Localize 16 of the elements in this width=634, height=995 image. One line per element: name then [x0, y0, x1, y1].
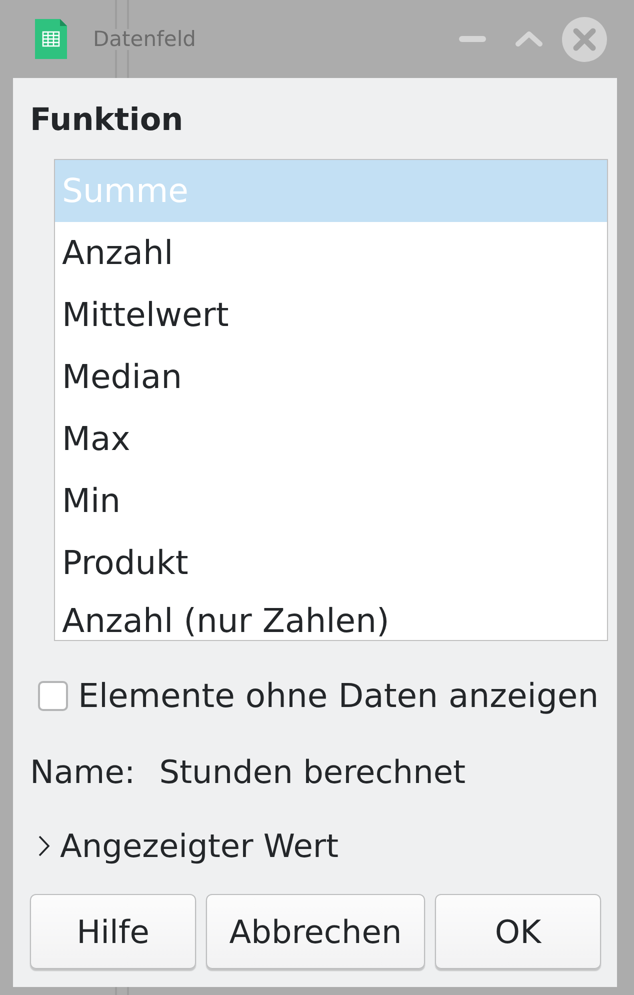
- name-value: Stunden berechnet: [159, 756, 466, 788]
- dialog-button[interactable]: Hilfe: [30, 894, 196, 969]
- function-list[interactable]: Summe Anzahl Mittelwert Median Max Min Produkt Anzahl (nur Zahlen): [54, 159, 608, 641]
- displayed-value-expander[interactable]: Angezeigter Wert: [30, 830, 339, 862]
- close-icon[interactable]: [562, 16, 607, 62]
- checkbox-label[interactable]: Elemente ohne Daten anzeigen: [78, 679, 599, 712]
- maximize-icon[interactable]: [515, 31, 543, 47]
- checkbox[interactable]: [38, 680, 68, 710]
- spreadsheet-app-icon: [35, 19, 67, 59]
- name-label: Name:: [30, 756, 136, 788]
- dialog-button[interactable]: OK: [435, 894, 601, 969]
- section-heading: Funktion: [30, 105, 184, 136]
- dialog-button[interactable]: Abbrechen: [206, 894, 425, 969]
- window-title: Datenfeld: [93, 28, 196, 50]
- minimize-icon[interactable]: [459, 36, 486, 42]
- chevron-icon: [38, 835, 50, 857]
